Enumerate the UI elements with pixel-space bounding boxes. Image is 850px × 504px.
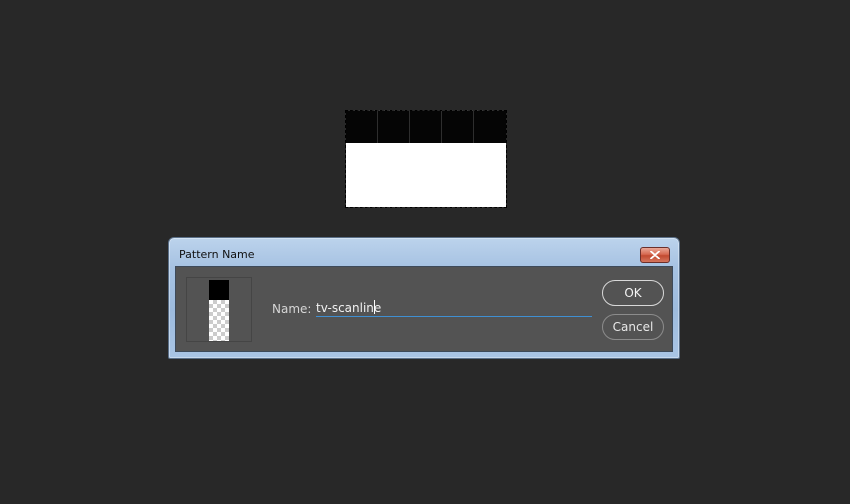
pixel-grid-line bbox=[377, 111, 378, 143]
dialog-title: Pattern Name bbox=[179, 248, 255, 261]
pixel-grid-line bbox=[473, 111, 474, 143]
cancel-button[interactable]: Cancel bbox=[602, 314, 664, 340]
thumbnail-black-area bbox=[209, 280, 229, 300]
close-button[interactable] bbox=[640, 247, 670, 263]
workspace: Pattern Name Name: OK Cancel bbox=[0, 0, 850, 504]
canvas-selection[interactable] bbox=[345, 110, 507, 208]
name-label: Name: bbox=[272, 302, 312, 316]
pattern-name-dialog: Pattern Name Name: OK Cancel bbox=[168, 237, 680, 359]
text-caret bbox=[374, 300, 375, 314]
pattern-name-input[interactable] bbox=[316, 297, 592, 317]
pixel-grid-line bbox=[409, 111, 410, 143]
pattern-thumbnail bbox=[209, 280, 229, 341]
pattern-preview bbox=[186, 277, 252, 342]
dialog-titlebar[interactable]: Pattern Name bbox=[169, 238, 679, 267]
thumbnail-transparent-area bbox=[209, 300, 229, 341]
close-icon bbox=[650, 251, 660, 259]
dialog-body: Name: OK Cancel bbox=[175, 266, 673, 352]
pixel-grid-line bbox=[441, 111, 442, 143]
canvas-black-strip bbox=[346, 111, 506, 143]
ok-button[interactable]: OK bbox=[602, 280, 664, 306]
